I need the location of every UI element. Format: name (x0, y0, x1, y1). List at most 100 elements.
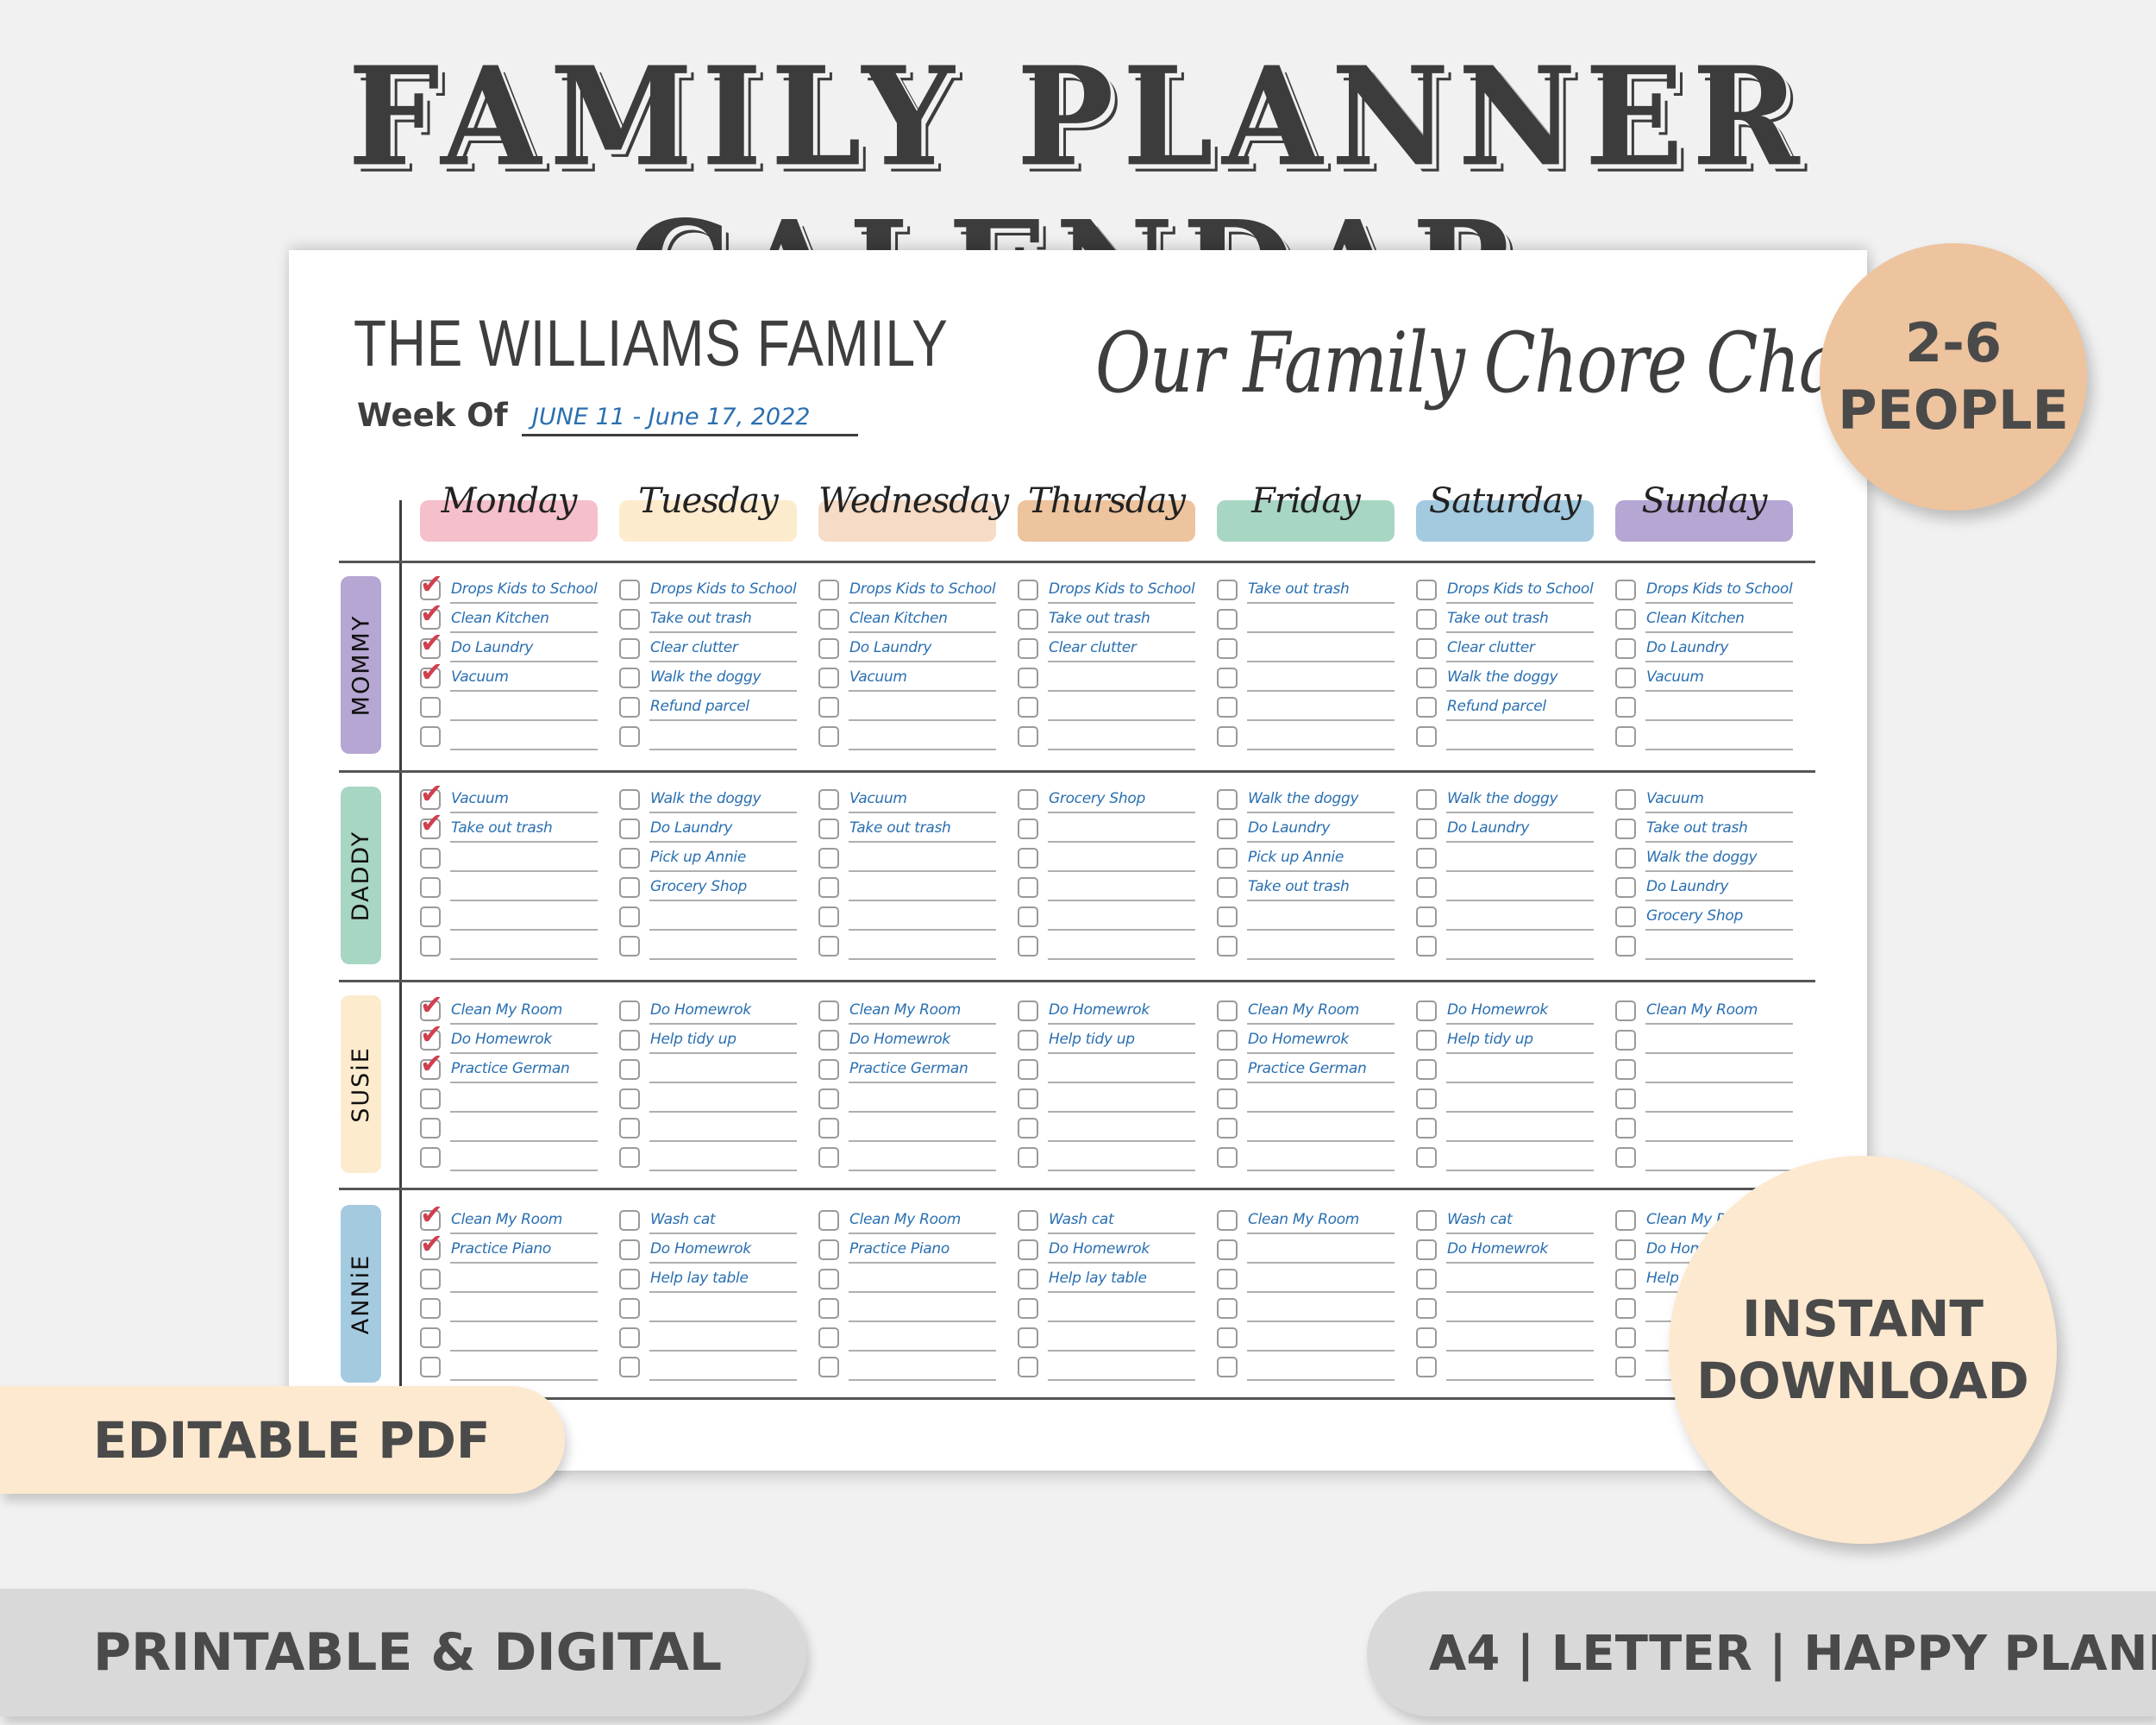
chore-checkbox[interactable] (1416, 906, 1437, 927)
chore-checkbox[interactable] (1217, 848, 1238, 869)
chore-checkbox[interactable] (619, 1030, 640, 1051)
chore-checkbox[interactable] (619, 1269, 640, 1289)
chore-checkbox[interactable] (1615, 1088, 1636, 1109)
chore-checkbox[interactable] (1217, 819, 1238, 839)
chore-checkbox[interactable] (818, 877, 839, 898)
chore-text-field[interactable]: Take out trash (849, 819, 951, 837)
chore-checkbox[interactable] (1018, 848, 1038, 869)
chore-checkbox[interactable] (619, 1210, 640, 1231)
chore-checkbox[interactable] (1217, 638, 1238, 659)
chore-text-field[interactable]: Clear clutter (1049, 639, 1137, 656)
chore-checkbox[interactable] (818, 1118, 839, 1138)
chore-checkbox[interactable] (818, 1327, 839, 1348)
chore-checkbox[interactable] (1416, 697, 1437, 718)
chore-checkbox[interactable] (1615, 877, 1636, 898)
chore-checkbox[interactable] (619, 1239, 640, 1260)
chore-checkbox[interactable] (420, 936, 441, 957)
chore-text-field[interactable]: Clear clutter (650, 639, 738, 656)
chore-checkbox[interactable] (1018, 877, 1038, 898)
chore-text-field[interactable]: Clean Kitchen (849, 610, 948, 627)
chore-text-field[interactable]: Practice German (451, 1060, 570, 1077)
chore-text-field[interactable]: Clean My Room (451, 1211, 562, 1228)
chore-checkbox[interactable] (1217, 1239, 1238, 1260)
chore-text-field[interactable]: Clear clutter (1447, 639, 1535, 656)
chore-text-field[interactable]: Wash cat (1447, 1211, 1513, 1228)
chore-checkbox[interactable] (1416, 1088, 1437, 1109)
chore-checkbox[interactable] (818, 697, 839, 718)
chore-checkbox[interactable] (1018, 1357, 1038, 1377)
chore-checkbox[interactable] (1018, 1000, 1038, 1021)
chore-checkbox[interactable] (1416, 1239, 1437, 1260)
chore-checkbox[interactable] (1416, 609, 1437, 630)
chore-checkbox[interactable] (420, 1298, 441, 1319)
chore-text-field[interactable]: Do Homewrok (650, 1240, 751, 1258)
chore-checkbox[interactable] (1217, 877, 1238, 898)
chore-text-field[interactable]: Do Laundry (451, 639, 533, 656)
chore-checkbox[interactable] (1018, 936, 1038, 957)
chore-checkbox[interactable] (1416, 936, 1437, 957)
chore-text-field[interactable]: Grocery Shop (1646, 907, 1743, 925)
chore-checkbox[interactable] (818, 1147, 839, 1168)
chore-checkbox[interactable] (1615, 1000, 1636, 1021)
chore-checkbox[interactable] (1615, 1059, 1636, 1080)
chore-text-field[interactable]: Do Homewrok (1447, 1240, 1548, 1258)
chore-text-field[interactable]: Vacuum (451, 668, 509, 686)
chore-checkbox[interactable] (420, 906, 441, 927)
chore-text-field[interactable]: Drops Kids to School (1447, 580, 1594, 598)
chore-text-field[interactable]: Do Homewrok (1248, 1031, 1349, 1048)
chore-checkbox[interactable] (1217, 1059, 1238, 1080)
chore-text-field[interactable]: Do Homewrok (650, 1001, 751, 1019)
chore-text-field[interactable]: Pick up Annie (650, 849, 746, 866)
chore-checkbox[interactable] (1416, 789, 1437, 810)
chore-text-field[interactable]: Take out trash (1646, 819, 1748, 837)
chore-text-field[interactable]: Practice German (1248, 1060, 1367, 1077)
chore-checkbox[interactable] (619, 1059, 640, 1080)
chore-checkbox[interactable] (1018, 726, 1038, 747)
chore-checkbox[interactable] (1416, 580, 1437, 600)
chore-text-field[interactable]: Clean My Room (1646, 1001, 1758, 1019)
chore-checkbox[interactable] (1018, 789, 1038, 810)
chore-text-field[interactable]: Grocery Shop (1049, 790, 1145, 807)
chore-text-field[interactable]: Walk the doggy (1248, 790, 1359, 807)
chore-checkbox[interactable] (1615, 726, 1636, 747)
chore-text-field[interactable]: Do Homewrok (1447, 1001, 1548, 1019)
chore-text-field[interactable]: Practice Piano (849, 1240, 950, 1258)
chore-text-field[interactable]: Do Laundry (1646, 878, 1728, 895)
chore-checkbox[interactable] (1217, 668, 1238, 688)
chore-checkbox[interactable] (818, 1059, 839, 1080)
chore-text-field[interactable]: Walk the doggy (1646, 849, 1758, 866)
chore-checkbox[interactable] (1615, 668, 1636, 688)
chore-checkbox[interactable] (619, 906, 640, 927)
chore-text-field[interactable]: Vacuum (1646, 668, 1704, 686)
chore-text-field[interactable]: Do Laundry (1646, 639, 1728, 656)
chore-text-field[interactable]: Take out trash (1049, 610, 1150, 627)
chore-checkbox[interactable] (1018, 668, 1038, 688)
chore-text-field[interactable]: Practice German (849, 1060, 968, 1077)
chore-text-field[interactable]: Refund parcel (650, 698, 749, 715)
chore-checkbox[interactable] (1615, 638, 1636, 659)
chore-text-field[interactable]: Refund parcel (1447, 698, 1546, 715)
chore-checkbox[interactable] (619, 609, 640, 630)
chore-checkbox[interactable] (1615, 1030, 1636, 1051)
chore-checkbox[interactable] (1615, 1269, 1636, 1289)
chore-checkbox[interactable] (1217, 609, 1238, 630)
chore-checkbox[interactable] (1018, 1059, 1038, 1080)
chore-checkbox[interactable] (1018, 1239, 1038, 1260)
chore-checkbox[interactable] (619, 789, 640, 810)
chore-checkbox[interactable] (619, 936, 640, 957)
chore-text-field[interactable]: Walk the doggy (650, 668, 761, 686)
chore-text-field[interactable]: Walk the doggy (1447, 790, 1558, 807)
chore-checkbox[interactable] (1416, 1210, 1437, 1231)
chore-checkbox[interactable] (1615, 936, 1636, 957)
chore-checkbox[interactable] (1615, 1210, 1636, 1231)
chore-checkbox[interactable] (619, 638, 640, 659)
chore-checkbox[interactable] (619, 726, 640, 747)
chore-checkbox[interactable] (1416, 1118, 1437, 1138)
chore-checkbox[interactable] (818, 609, 839, 630)
chore-text-field[interactable]: Do Homewrok (451, 1031, 552, 1048)
chore-checkbox[interactable] (619, 1357, 640, 1377)
week-field[interactable]: JUNE 11 - June 17, 2022 (522, 404, 858, 436)
chore-checkbox[interactable] (420, 1357, 441, 1377)
chore-checkbox[interactable] (1217, 1118, 1238, 1138)
chore-text-field[interactable]: Clean My Room (849, 1211, 961, 1228)
